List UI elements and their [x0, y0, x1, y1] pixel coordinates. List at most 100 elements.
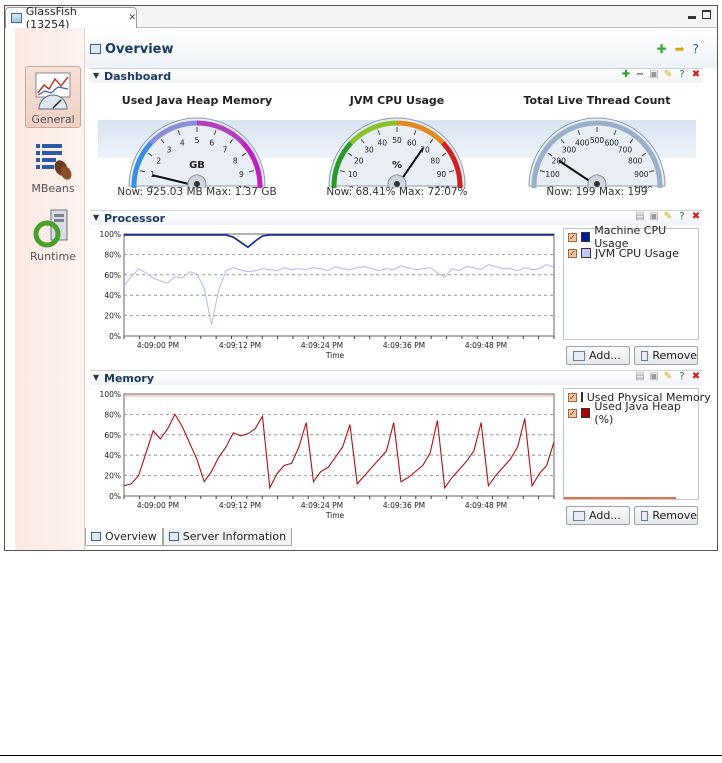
add-chart-icon — [573, 510, 585, 521]
series-swatch — [580, 392, 583, 402]
add-series-button[interactable]: Add... — [566, 346, 630, 365]
processor-chart: 0% 20% 40% 60% 80% 100% 4:09:00 PM 4:09:12 PM 4:… — [100, 230, 555, 360]
help-icon[interactable]: ? — [676, 211, 688, 223]
gauge-tick-label: 10 — [348, 170, 358, 179]
x-tick-label: 4:09:36 PM — [383, 341, 425, 350]
sidebar-item-runtime[interactable]: Runtime — [25, 204, 81, 263]
remove-chart-icon — [641, 350, 649, 361]
gauge-tick-label: 900 — [634, 170, 649, 179]
pin-icon[interactable]: ✎ — [662, 69, 674, 81]
pin-icon[interactable]: ➦ — [675, 42, 685, 56]
series-swatch — [580, 232, 591, 242]
checkbox-icon[interactable]: ✓ — [568, 248, 577, 258]
help-icon[interactable]: ? — [676, 69, 688, 81]
main-area: Overview ✚ ➦ ? ▼ Dashboard ✚ − ▣ ✎ ? ✖ U… — [85, 28, 717, 550]
x-axis-label: Time — [325, 511, 345, 520]
gauge-reading: Now: 68.41% Max: 72.07% — [326, 186, 468, 198]
sidebar-item-mbeans[interactable]: MBeans — [25, 136, 81, 195]
close-icon[interactable]: ✖ — [690, 69, 702, 81]
legend-scrollbar[interactable] — [564, 497, 676, 499]
legend-item[interactable]: ✓ JVM CPU Usage — [564, 245, 698, 261]
processor-header: ▼ Processor ▤ ▣ ✎ ? ✖ — [90, 210, 702, 225]
add-icon[interactable]: ✚ — [620, 69, 632, 81]
plot-area — [123, 393, 555, 497]
remove-series-button[interactable]: Remove — [634, 346, 698, 365]
gauge-title: Total Live Thread Count — [523, 94, 671, 107]
gauge-tick-label: 80 — [430, 156, 440, 165]
checkbox-icon[interactable]: ✓ — [568, 392, 577, 402]
pin-icon[interactable]: ✎ — [662, 211, 674, 223]
bottom-tab-bar: Overview Server Information — [85, 528, 293, 546]
gauge-unit: % — [392, 160, 402, 171]
gauge-tick-label: 90 — [437, 170, 447, 179]
close-icon[interactable]: ✖ — [690, 371, 702, 383]
gauge-tick-label: 60 — [407, 138, 417, 147]
remove-button-label: Remove — [652, 509, 697, 522]
cpu-gauge-dial: 0102030405060708090100% — [328, 117, 466, 188]
gauge-tick-label: 7 — [223, 145, 228, 154]
gauge-tick-label: 50 — [392, 136, 402, 145]
minimize-icon[interactable] — [688, 16, 696, 19]
editor-frame: GlassFish (13254) ✕ General MBeans Runti… — [4, 5, 718, 551]
tab-label: Overview — [105, 530, 157, 543]
add-series-button[interactable]: Add... — [566, 506, 630, 525]
tab-overview[interactable]: Overview — [85, 528, 163, 546]
collapse-icon[interactable]: ▼ — [93, 71, 99, 80]
close-icon[interactable]: ✕ — [128, 13, 136, 23]
maximize-icon[interactable] — [702, 10, 711, 19]
threads-gauge-dial: 01002003004005006007008009001000 — [528, 117, 666, 188]
save-icon[interactable]: ▣ — [648, 371, 660, 383]
help-icon[interactable]: ? — [676, 371, 688, 383]
gauge-tick-label: 4 — [180, 138, 185, 147]
y-tick-label: 80% — [104, 250, 121, 259]
dashboard-section: ▼ Dashboard ✚ − ▣ ✎ ? ✖ Used Java Heap M… — [90, 68, 702, 210]
gauge-tick-label: 100 — [545, 170, 560, 179]
close-icon[interactable]: ✖ — [690, 211, 702, 223]
overview-icon — [91, 532, 101, 541]
sidebar: General MBeans Runtime — [15, 28, 85, 550]
y-tick-label: 80% — [104, 410, 121, 419]
gauge-reading: Now: 199 Max: 199 — [546, 186, 648, 198]
processor-legend: ✓ Machine CPU Usage ✓ JVM CPU Usage — [563, 224, 699, 340]
gauge-tick-label: 3 — [167, 145, 172, 154]
x-tick-label: 4:09:12 PM — [219, 341, 261, 350]
collapse-icon[interactable]: ▼ — [93, 373, 99, 382]
x-tick-label: 4:09:48 PM — [465, 501, 507, 510]
sidebar-item-label: General — [31, 113, 75, 126]
minus-icon[interactable]: − — [634, 69, 646, 81]
gauge-tick-label: 400 — [575, 138, 590, 147]
remove-series-button[interactable]: Remove — [634, 506, 698, 525]
save-icon[interactable]: ▣ — [648, 69, 660, 81]
copy-icon[interactable]: ▤ — [634, 371, 646, 383]
x-tick-label: 4:09:48 PM — [465, 341, 507, 350]
add-chart-icon — [573, 350, 585, 361]
y-tick-label: 40% — [104, 291, 121, 300]
add-icon[interactable]: ✚ — [657, 42, 667, 56]
save-icon[interactable]: ▣ — [648, 211, 660, 223]
tab-label: Server Information — [182, 530, 287, 543]
window-controls — [688, 10, 711, 19]
sidebar-item-general[interactable]: General — [25, 66, 81, 128]
legend-item[interactable]: ✓ Used Java Heap (%) — [564, 400, 698, 426]
gauge-icon — [33, 71, 73, 111]
legend-label: JVM CPU Usage — [595, 246, 679, 260]
y-tick-label: 0% — [109, 492, 121, 501]
gauge-title: Used Java Heap Memory — [121, 94, 273, 107]
checkbox-icon[interactable]: ✓ — [568, 408, 577, 418]
heap-gauge-dial: 012345678910GB — [128, 117, 266, 188]
pin-icon[interactable]: ✎ — [662, 371, 674, 383]
remove-chart-icon — [641, 510, 649, 521]
legend-item[interactable]: ✓ Machine CPU Usage — [564, 224, 698, 250]
tab-server-information[interactable]: Server Information — [162, 528, 293, 546]
checkbox-icon[interactable]: ✓ — [568, 232, 577, 242]
gauge-tick-label: 8 — [233, 156, 238, 165]
y-tick-label: 100% — [100, 230, 121, 239]
gauge-tick-label: 20 — [354, 156, 364, 165]
collapse-icon[interactable]: ▼ — [93, 213, 99, 222]
editor-tab-glassfish[interactable]: GlassFish (13254) ✕ — [5, 5, 137, 31]
remove-button-label: Remove — [652, 349, 697, 362]
copy-icon[interactable]: ▤ — [634, 211, 646, 223]
help-icon[interactable]: ? — [693, 42, 699, 56]
gauge-tick-label: 700 — [618, 145, 633, 154]
memory-title: Memory — [104, 372, 155, 385]
